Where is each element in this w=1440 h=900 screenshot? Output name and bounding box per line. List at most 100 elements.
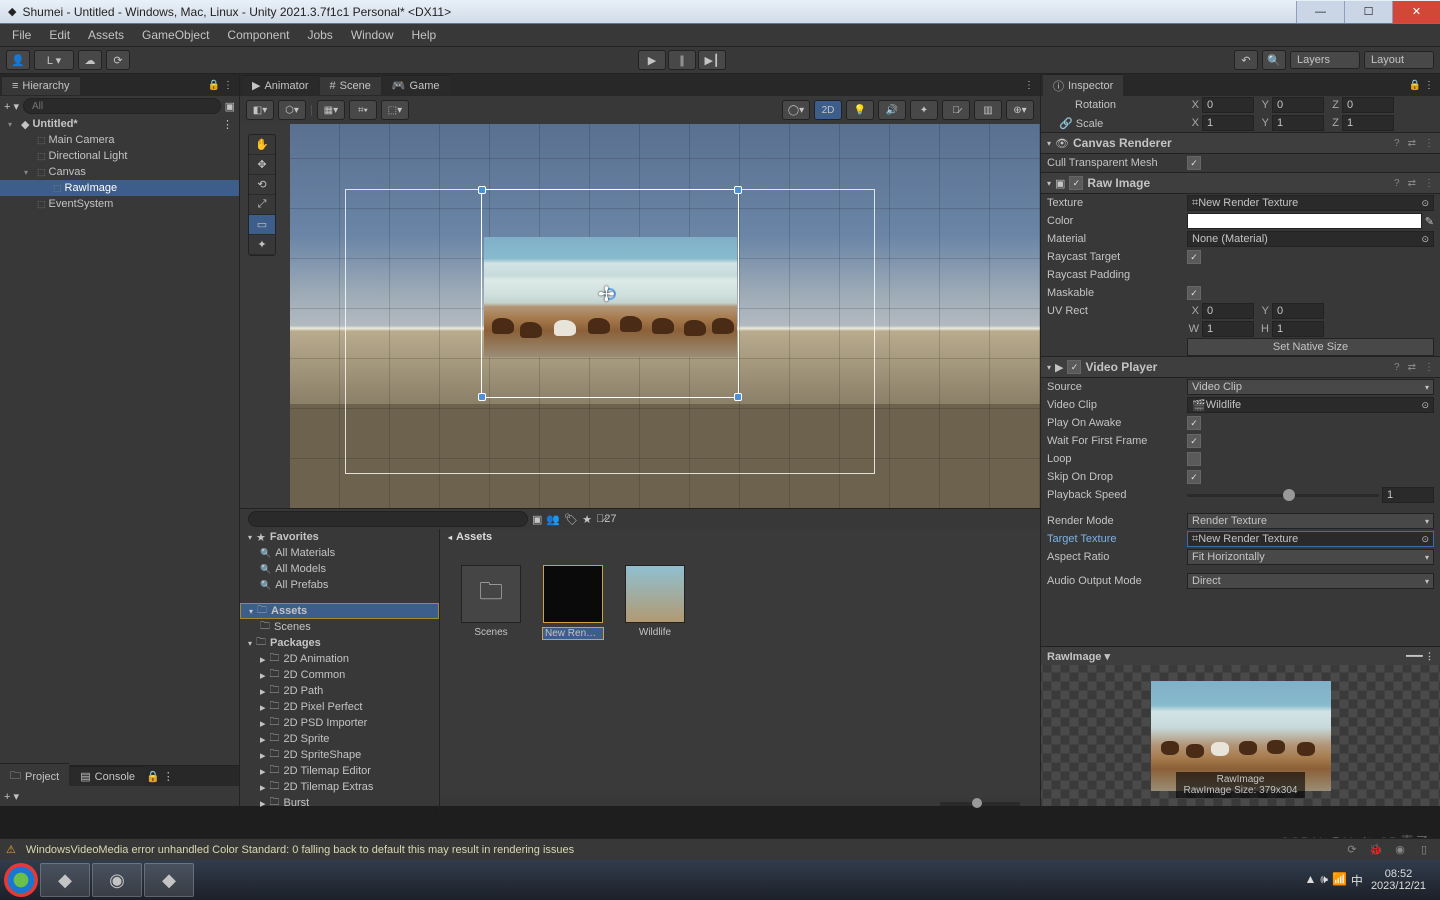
- undo-history-icon[interactable]: ↶: [1234, 50, 1258, 70]
- folder-packages[interactable]: ▾ Packages: [240, 635, 439, 651]
- layers-dropdown[interactable]: Layers: [1290, 51, 1360, 69]
- minimize-button[interactable]: [1296, 1, 1344, 23]
- folder-fav-item[interactable]: All Materials: [240, 545, 439, 561]
- menu-component[interactable]: Component: [219, 26, 297, 44]
- scene-viewport[interactable]: ✢ ✋ ✥ ⟲ ⤢ ▭ ✦: [240, 124, 1040, 508]
- play-button[interactable]: ▶: [638, 50, 666, 70]
- start-button[interactable]: [4, 863, 38, 897]
- playback-speed-slider[interactable]: [1187, 494, 1379, 497]
- status-bug-icon[interactable]: 🐞: [1366, 843, 1386, 856]
- preview-header[interactable]: RawImage ▾━━━ ⋮: [1041, 647, 1440, 665]
- layout-dropdown[interactable]: Layout: [1364, 51, 1434, 69]
- tab-scene[interactable]: # Scene: [320, 76, 381, 95]
- audio-icon[interactable]: 🔊: [878, 100, 906, 120]
- hierarchy-item-selected[interactable]: RawImage: [0, 180, 239, 196]
- auto-refresh-icon[interactable]: ⟳: [1342, 843, 1362, 856]
- tab-inspector[interactable]: ⓘ Inspector: [1043, 74, 1123, 97]
- scale-y[interactable]: [1272, 115, 1324, 131]
- menu-jobs[interactable]: Jobs: [299, 26, 340, 44]
- folder-assets[interactable]: ▾ Assets: [240, 603, 439, 619]
- pause-button[interactable]: ∥: [668, 50, 696, 70]
- uv-w[interactable]: [1202, 321, 1254, 337]
- set-native-size-button[interactable]: Set Native Size: [1187, 338, 1434, 356]
- audio-output-dropdown[interactable]: Direct: [1187, 573, 1434, 589]
- panel-lock-icon[interactable]: 🔒 ⋮: [146, 770, 174, 783]
- menu-gameobject[interactable]: GameObject: [134, 26, 217, 44]
- uv-x[interactable]: [1202, 303, 1254, 319]
- scale-x[interactable]: [1202, 115, 1254, 131]
- snap-increment[interactable]: ⬚▾: [381, 100, 409, 120]
- rotation-x[interactable]: [1202, 97, 1254, 113]
- favorite-icon[interactable]: ★: [582, 513, 592, 526]
- cloud-icon[interactable]: ☁: [78, 50, 102, 70]
- create-dropdown[interactable]: + ▾: [4, 100, 19, 113]
- transform-tool[interactable]: ✦: [249, 235, 275, 255]
- skybox-icon[interactable]: ◯▾: [782, 100, 810, 120]
- maximize-button[interactable]: [1344, 1, 1392, 23]
- folder-pkg[interactable]: ▸ 2D SpriteShape: [240, 747, 439, 763]
- asset-video[interactable]: Wildlife: [624, 565, 686, 777]
- folder-pkg[interactable]: ▸ 2D Pixel Perfect: [240, 699, 439, 715]
- hierarchy-item[interactable]: Canvas: [0, 164, 239, 180]
- hierarchy-search[interactable]: [23, 98, 221, 114]
- tab-hierarchy[interactable]: ≡ Hierarchy: [2, 76, 80, 95]
- clock[interactable]: 08:522023/12/21: [1371, 868, 1426, 892]
- system-tray[interactable]: ▲🕪📶中: [1305, 872, 1363, 889]
- cull-mesh-checkbox[interactable]: [1187, 156, 1201, 170]
- account-label[interactable]: L ▾: [34, 50, 74, 70]
- panel-menu-icon[interactable]: ⋮: [1018, 80, 1040, 91]
- draw-mode-dropdown[interactable]: ◧▾: [246, 100, 274, 120]
- create-dropdown[interactable]: + ▾: [4, 790, 19, 803]
- play-on-awake-checkbox[interactable]: [1187, 416, 1201, 430]
- hierarchy-item[interactable]: Main Camera: [0, 132, 239, 148]
- status-activity-icon[interactable]: ◉: [1390, 843, 1410, 856]
- close-button[interactable]: [1392, 1, 1440, 23]
- aspect-ratio-dropdown[interactable]: Fit Horizontally: [1187, 549, 1434, 565]
- menu-file[interactable]: File: [4, 26, 39, 44]
- asset-folder[interactable]: 🗀Scenes: [460, 565, 522, 777]
- breadcrumb[interactable]: Assets: [456, 531, 492, 543]
- project-search[interactable]: [248, 511, 528, 527]
- taskbar-unity-hub[interactable]: ◆: [144, 863, 194, 897]
- folder-pkg[interactable]: ▸ 2D Path: [240, 683, 439, 699]
- tab-console[interactable]: ▤ Console: [70, 766, 145, 786]
- rotate-tool[interactable]: ⟲: [249, 175, 275, 195]
- folder-fav-item[interactable]: All Models: [240, 561, 439, 577]
- hierarchy-tree[interactable]: ◆ Untitled*⋮ Main Camera Directional Lig…: [0, 116, 239, 765]
- taskbar-chrome[interactable]: ◉: [92, 863, 142, 897]
- move-gizmo-icon[interactable]: ✢: [598, 282, 622, 306]
- fx-icon[interactable]: ✦: [910, 100, 938, 120]
- rotation-z[interactable]: [1342, 97, 1394, 113]
- folder-pkg[interactable]: ▸ 2D Common: [240, 667, 439, 683]
- playback-speed-value[interactable]: 1: [1382, 487, 1434, 503]
- rect-tool[interactable]: ▭: [249, 215, 275, 235]
- menu-window[interactable]: Window: [343, 26, 402, 44]
- rotation-y[interactable]: [1272, 97, 1324, 113]
- panel-lock-icon[interactable]: 🔒 ⋮: [202, 80, 239, 91]
- tab-animator[interactable]: ▶ Animator: [242, 75, 319, 95]
- folder-pkg[interactable]: ▸ 2D Tilemap Extras: [240, 779, 439, 795]
- search-icon[interactable]: 🔍: [1262, 50, 1286, 70]
- video-player-header[interactable]: ▶Video Player?⇄⋮: [1041, 356, 1440, 378]
- scale-tool[interactable]: ⤢: [249, 195, 275, 215]
- grid-toggle[interactable]: ▦▾: [317, 100, 345, 120]
- folder-pkg[interactable]: ▸ 2D PSD Importer: [240, 715, 439, 731]
- shading-dropdown[interactable]: ⬡▾: [278, 100, 306, 120]
- rawimage-selection[interactable]: ✢: [481, 189, 739, 398]
- asset-render-texture[interactable]: New Rend…: [542, 565, 604, 777]
- manage-icon[interactable]: ⟳: [106, 50, 130, 70]
- step-button[interactable]: ▶┃: [698, 50, 726, 70]
- color-field[interactable]: [1187, 213, 1422, 229]
- wait-first-frame-checkbox[interactable]: [1187, 434, 1201, 448]
- gizmos-dropdown[interactable]: ⊕▾: [1006, 100, 1034, 120]
- panel-lock-icon[interactable]: 🔒 ⋮: [1403, 80, 1440, 91]
- light-icon[interactable]: 💡: [846, 100, 874, 120]
- filter-type-icon[interactable]: 👥: [546, 513, 560, 526]
- menu-help[interactable]: Help: [404, 26, 445, 44]
- menu-assets[interactable]: Assets: [80, 26, 132, 44]
- uv-y[interactable]: [1272, 303, 1324, 319]
- raw-image-header[interactable]: ▣Raw Image?⇄⋮: [1041, 172, 1440, 194]
- account-dropdown[interactable]: 👤: [6, 50, 30, 70]
- folder-pkg[interactable]: ▸ 2D Tilemap Editor: [240, 763, 439, 779]
- eyedropper-icon[interactable]: ✎: [1425, 215, 1434, 228]
